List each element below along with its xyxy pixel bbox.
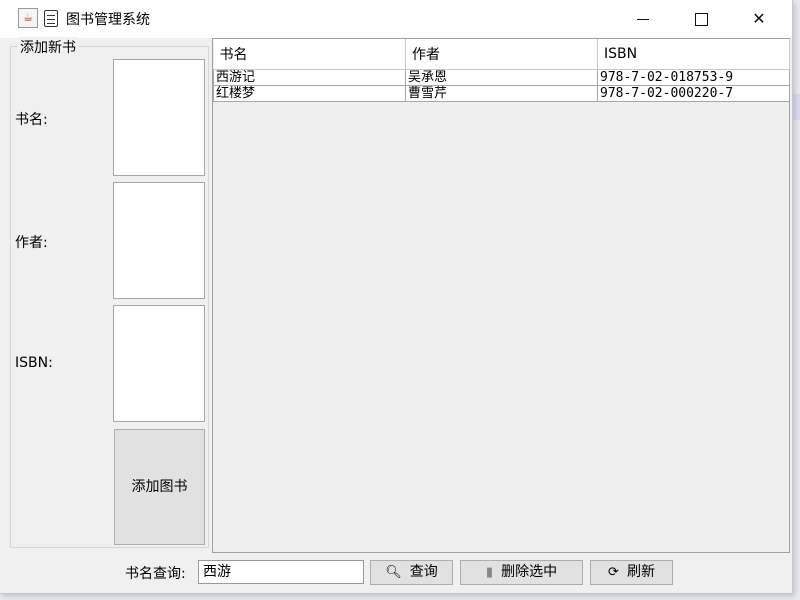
author-label: 作者: bbox=[15, 235, 48, 251]
isbn-label: ISBN: bbox=[15, 355, 53, 371]
delete-button-label: 删除选中 bbox=[501, 564, 558, 580]
table-row[interactable]: 西游记 吴承恩 978-7-02-018753-9 bbox=[213, 69, 790, 86]
minimize-button[interactable] bbox=[620, 0, 666, 38]
close-button[interactable]: ✕ bbox=[736, 0, 782, 38]
window-title: 图书管理系统 bbox=[66, 12, 150, 28]
column-header-title[interactable]: 书名 bbox=[213, 39, 406, 70]
refresh-button-label: 刷新 bbox=[626, 564, 655, 580]
app-window: ☕ 图书管理系统 ✕ 添加新书 书名: 作者: ISBN: 添加图书 书名 作者… bbox=[0, 0, 793, 594]
minimize-icon bbox=[637, 19, 649, 20]
title-input[interactable] bbox=[113, 59, 205, 176]
book-list-icon bbox=[44, 10, 58, 27]
search-label: 书名查询: bbox=[125, 566, 186, 582]
search-input[interactable]: 西游 bbox=[198, 560, 364, 584]
cell-isbn[interactable]: 978-7-02-000220-7 bbox=[597, 85, 790, 102]
isbn-input[interactable] bbox=[113, 305, 205, 422]
title-label: 书名: bbox=[15, 112, 48, 128]
java-cup-icon[interactable]: ☕ bbox=[18, 8, 38, 28]
title-bar: ☕ 图书管理系统 ✕ bbox=[0, 0, 792, 38]
refresh-button[interactable]: ⟳ 刷新 bbox=[590, 560, 673, 585]
delete-selected-button[interactable]: ▮ 删除选中 bbox=[460, 560, 583, 585]
cell-author[interactable]: 吴承恩 bbox=[405, 69, 598, 86]
search-button[interactable]: 🔍︎ 查询 bbox=[370, 560, 453, 585]
cell-isbn[interactable]: 978-7-02-018753-9 bbox=[597, 69, 790, 86]
column-header-author[interactable]: 作者 bbox=[405, 39, 598, 70]
close-icon: ✕ bbox=[752, 9, 766, 28]
cell-title[interactable]: 西游记 bbox=[213, 69, 406, 86]
maximize-icon bbox=[694, 13, 708, 26]
column-header-isbn[interactable]: ISBN bbox=[597, 39, 790, 70]
trash-icon: ▮ bbox=[485, 565, 494, 580]
cell-author[interactable]: 曹雪芹 bbox=[405, 85, 598, 102]
cell-title[interactable]: 红楼梦 bbox=[213, 85, 406, 102]
add-book-button[interactable]: 添加图书 bbox=[114, 429, 205, 545]
book-table[interactable]: 书名 作者 ISBN 西游记 吴承恩 978-7-02-018753-9 红楼梦… bbox=[212, 38, 790, 553]
table-row[interactable]: 红楼梦 曹雪芹 978-7-02-000220-7 bbox=[213, 85, 790, 102]
add-book-legend: 添加新书 bbox=[18, 37, 78, 57]
search-button-label: 查询 bbox=[409, 564, 438, 580]
author-input[interactable] bbox=[113, 182, 205, 299]
maximize-button[interactable] bbox=[678, 0, 724, 38]
magnifier-icon: 🔍︎ bbox=[385, 565, 402, 580]
refresh-icon: ⟳ bbox=[608, 565, 619, 580]
